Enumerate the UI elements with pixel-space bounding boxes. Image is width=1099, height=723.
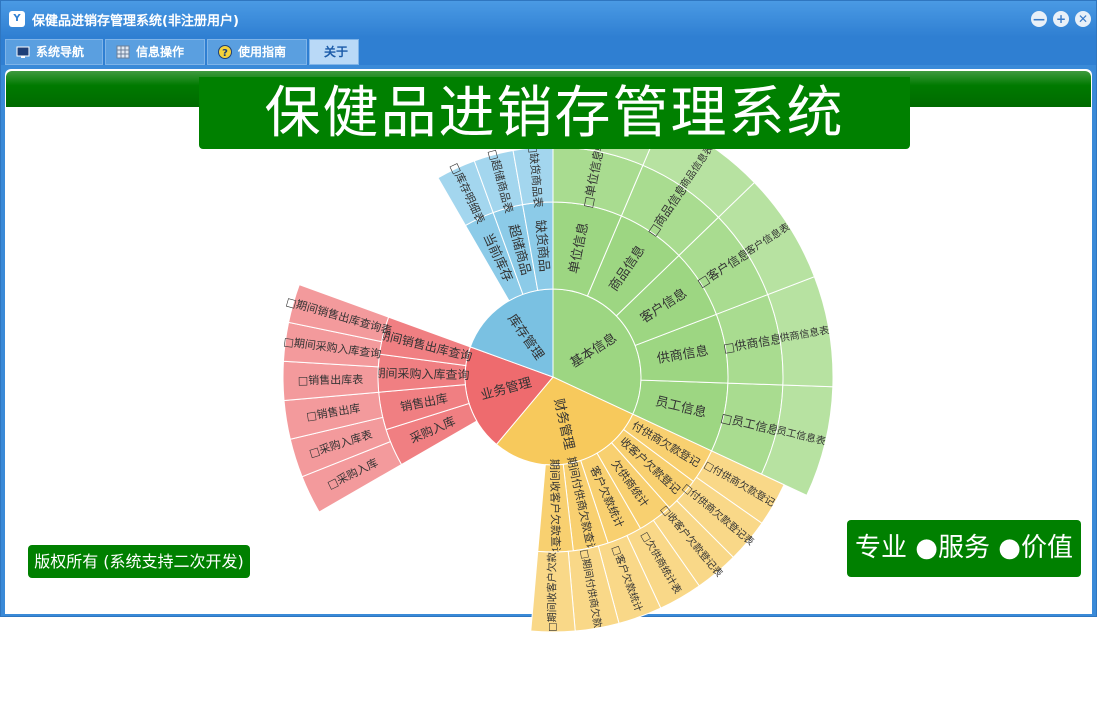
banner-title: 保健品进销存管理系统 bbox=[264, 81, 845, 146]
slogan-badge: 专业 ●服务 ●价值 bbox=[847, 520, 1081, 577]
business-ring2-item-label: 期间采购入库查询 bbox=[373, 365, 469, 382]
copyright-badge: 版权所有 (系统支持二次开发) bbox=[28, 545, 250, 578]
finance-ring3-item-label: □期间收客户欠款 bbox=[546, 552, 559, 631]
finance-ring2-item-label: 期间收客户欠款查询 bbox=[548, 459, 563, 558]
finance-ring3-item[interactable]: □期间收客户欠款 bbox=[530, 550, 576, 633]
system-banner: 保健品进销存管理系统 bbox=[199, 77, 910, 149]
business-ring3-item-label: □销售出库表 bbox=[298, 372, 364, 387]
